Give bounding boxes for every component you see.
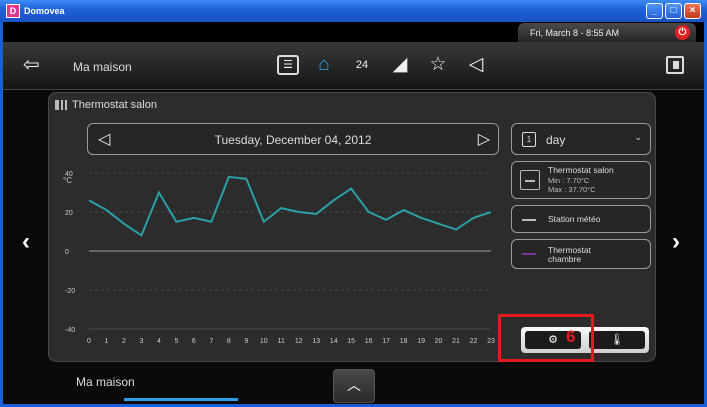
- series-line-thermostat-salon: [88, 175, 492, 237]
- legend-name: Station météo: [548, 214, 601, 224]
- period-value: day: [546, 133, 566, 147]
- x-tick-label: 18: [400, 338, 408, 345]
- page-indicator: [124, 398, 238, 401]
- legend-line-swatch: [522, 253, 536, 255]
- settings-badge: 6: [566, 327, 576, 346]
- back-arrow-icon[interactable]: ⇦: [23, 54, 40, 76]
- radiator-icon: [55, 100, 67, 110]
- x-tick-label: 5: [174, 338, 178, 345]
- panel-title: Thermostat salon: [72, 99, 157, 111]
- legend-name: Thermostat salon: [548, 165, 614, 175]
- x-tick-label: 22: [470, 338, 478, 345]
- y-tick-label: -40: [65, 327, 75, 334]
- next-date-icon[interactable]: ▷: [478, 129, 490, 149]
- legend-item-station-meteo[interactable]: Station météo: [511, 205, 651, 233]
- x-tick-label: 10: [260, 338, 268, 345]
- thermometer-button[interactable]: 🌡: [589, 331, 645, 349]
- y-tick-label: 20: [65, 210, 73, 217]
- x-tick-label: 1: [105, 338, 109, 345]
- legend-item-thermostat-chambre[interactable]: Thermostat chambre: [511, 239, 651, 269]
- x-tick-label: 9: [244, 338, 248, 345]
- nav-title: Ma maison: [73, 60, 132, 74]
- status-strip: Fri, March 8 - 8:55 AM ⏻: [3, 22, 704, 42]
- star-icon[interactable]: ☆: [425, 52, 451, 78]
- date-label: Tuesday, December 04, 2012: [214, 133, 372, 147]
- x-tick-label: 14: [330, 338, 338, 345]
- x-tick-label: 4: [157, 338, 161, 345]
- window-titlebar: D Domovea _ □ ×: [0, 0, 707, 22]
- x-tick-label: 16: [365, 338, 373, 345]
- y-tick-label: -20: [65, 288, 75, 295]
- window-title: Domovea: [24, 6, 65, 16]
- legend-item-thermostat-salon[interactable]: Thermostat salon Min : 7.70°C Max : 37.7…: [511, 161, 651, 199]
- x-tick-label: 21: [452, 338, 460, 345]
- x-tick-label: 20: [435, 338, 443, 345]
- maximize-button[interactable]: □: [665, 3, 682, 19]
- highlight-box: [498, 314, 594, 362]
- app-logo-icon: D: [6, 4, 20, 18]
- series-swatch-icon: [520, 170, 540, 190]
- timer-24-icon[interactable]: 24: [349, 52, 375, 78]
- x-tick-label: 3: [139, 338, 143, 345]
- calendar-icon: 1: [522, 132, 536, 147]
- x-tick-label: 2: [122, 338, 126, 345]
- x-tick-label: 11: [278, 338, 285, 345]
- speaker-icon[interactable]: ◁: [463, 52, 489, 78]
- list-icon[interactable]: ☰: [277, 55, 299, 75]
- temperature-chart: °C 40200-20-40 0 1 2 3 4 5 6 7 8 9 10 11 12 13 14 15 16 1…: [63, 171, 495, 345]
- legend-min: Min : 7.70°C: [548, 176, 590, 185]
- chevron-down-icon: ⌄: [634, 132, 642, 142]
- close-button[interactable]: ×: [684, 3, 701, 19]
- x-tick-label: 13: [312, 338, 320, 345]
- x-tick-label: 17: [382, 338, 390, 345]
- x-tick-label: 12: [295, 338, 303, 345]
- legend-max: Max : 37.70°C: [548, 185, 596, 194]
- x-tick-label: 6: [192, 338, 196, 345]
- power-icon[interactable]: ⏻: [675, 25, 690, 40]
- y-tick-label: 40: [65, 171, 73, 178]
- y-tick-label: 0: [65, 249, 69, 256]
- x-tick-label: 15: [347, 338, 355, 345]
- minimize-button[interactable]: _: [646, 3, 663, 19]
- period-select[interactable]: 1 day ⌄: [511, 123, 651, 155]
- status-tab: Fri, March 8 - 8:55 AM ⏻: [518, 23, 696, 42]
- date-navigator: ◁ Tuesday, December 04, 2012 ▷: [87, 123, 499, 155]
- exit-icon[interactable]: [666, 56, 684, 74]
- previous-page-arrow-icon[interactable]: ‹: [22, 228, 30, 256]
- next-page-arrow-icon[interactable]: ›: [672, 228, 680, 256]
- x-tick-label: 23: [487, 338, 495, 345]
- legend-name: Thermostat chambre: [548, 245, 591, 264]
- datetime-label: Fri, March 8 - 8:55 AM: [530, 27, 620, 38]
- legend-line-swatch: [522, 219, 536, 221]
- home-icon[interactable]: ⌂: [311, 52, 337, 78]
- x-tick-label: 8: [227, 338, 231, 345]
- collapse-button[interactable]: ︿: [333, 369, 375, 403]
- footer-label: Ma maison: [76, 375, 135, 389]
- camera-icon[interactable]: ◢: [387, 52, 413, 78]
- x-tick-label: 7: [209, 338, 213, 345]
- x-tick-label: 19: [417, 338, 425, 345]
- navbar: ⇦ Ma maison ☰ ⌂ 24 ◢ ☆ ◁: [3, 42, 704, 90]
- x-tick-label: 0: [87, 338, 91, 345]
